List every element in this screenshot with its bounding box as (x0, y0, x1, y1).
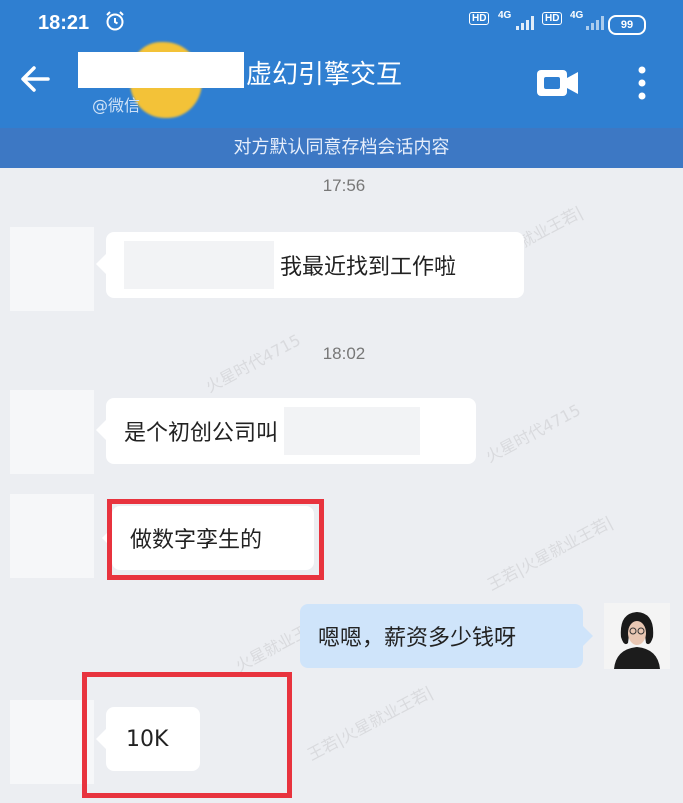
network-type: 4G (498, 10, 512, 21)
message-bubble[interactable]: 是个初创公司叫 (96, 398, 476, 464)
message-text: 是个初创公司叫 (124, 421, 279, 446)
my-avatar[interactable] (604, 603, 670, 669)
message-text: 我最近找到工作啦 (280, 255, 457, 280)
highlight-box (107, 499, 324, 580)
message-text: 嗯嗯，薪资多少钱呀 (318, 626, 517, 651)
video-call-icon[interactable] (536, 68, 580, 98)
archive-notice: 对方默认同意存档会话内容 (0, 128, 683, 168)
redacted-text (284, 407, 421, 455)
redacted-text (124, 241, 274, 289)
back-arrow-icon[interactable] (18, 62, 52, 96)
my-message-bubble[interactable]: 嗯嗯，薪资多少钱呀 (300, 604, 593, 668)
avatar[interactable] (10, 390, 94, 474)
person-avatar-icon (604, 603, 670, 669)
message-timestamp: 17:56 (322, 176, 366, 195)
signal-icon (586, 16, 604, 30)
message-timestamp: 18:02 (322, 344, 366, 363)
hd-badge: HD (469, 12, 490, 25)
alarm-icon (106, 11, 124, 31)
chat-subtitle: @微信 (92, 96, 141, 115)
status-bar: 18:21 HD 4G HD 4G 99 (0, 0, 683, 44)
message-bubble[interactable]: 我最近找到工作啦 (96, 232, 524, 298)
chat-title: 虚幻引擎交互 (246, 60, 403, 90)
status-time: 18:21 (38, 12, 90, 34)
signal-icon (516, 16, 534, 30)
avatar[interactable] (10, 494, 94, 578)
redacted-name (78, 52, 244, 88)
highlight-box (82, 672, 292, 798)
more-vertical-icon[interactable] (636, 64, 648, 102)
hd-badge: HD (542, 12, 563, 25)
chat-header: 18:21 HD 4G HD 4G 99 虚幻引擎交互 @微信 (0, 0, 683, 128)
battery-indicator: 99 (608, 15, 646, 35)
avatar[interactable] (10, 227, 94, 311)
network-type: 4G (570, 10, 584, 21)
